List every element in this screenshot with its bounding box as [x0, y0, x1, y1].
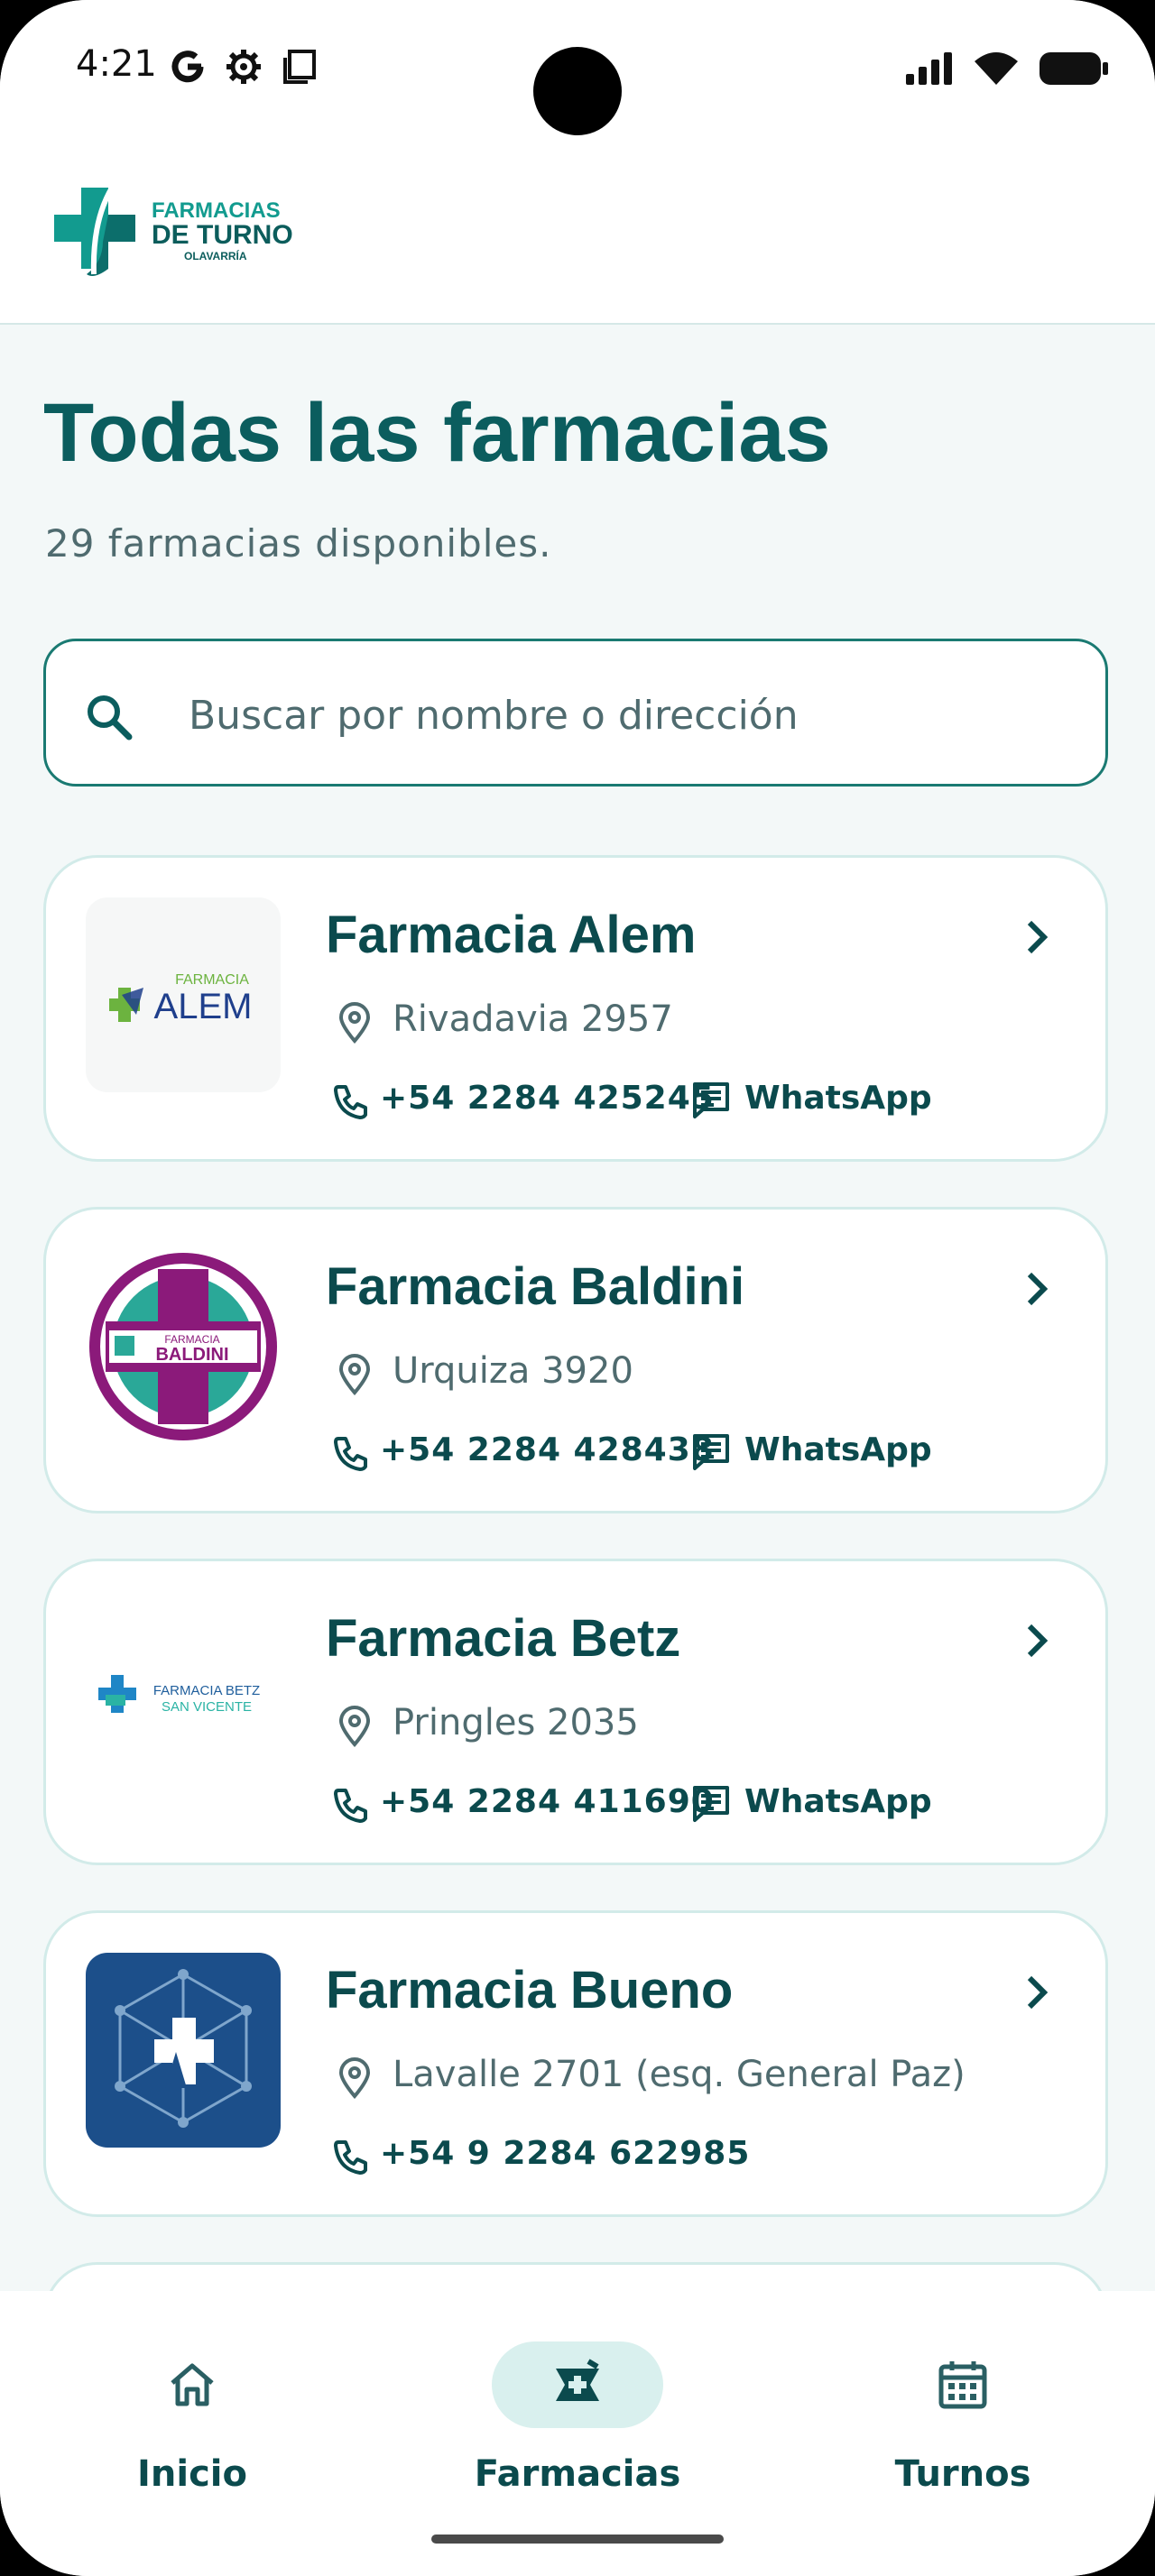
nav-label: Turnos	[894, 2453, 1031, 2495]
app-logo[interactable]: FARMACIAS DE TURNO OLAVARRÍA	[49, 180, 293, 281]
phone-icon[interactable]	[331, 2137, 371, 2176]
pharmacy-phone[interactable]: +54 2284 425245	[380, 1080, 715, 1117]
search-input[interactable]	[187, 683, 1075, 748]
pharmacy-card-baldini[interactable]: FARMACIA BALDINI Farmacia Baldini Urquiz…	[43, 1207, 1108, 1513]
screen: 4:21 FARMACIAS DE TURNO OLAVARRÍA Todas …	[0, 0, 1155, 2576]
nav-icon-container	[877, 2341, 1049, 2428]
settings-icon	[224, 47, 263, 90]
status-time: 4:21	[76, 43, 157, 85]
whatsapp-link[interactable]: WhatsApp	[744, 1080, 932, 1117]
svg-text:SAN VICENTE: SAN VICENTE	[162, 1699, 252, 1715]
pharmacy-address: Urquiza 3920	[393, 1350, 633, 1392]
pharmacy-card-bueno[interactable]: Farmacia Bueno Lavalle 2701 (esq. Genera…	[43, 1910, 1108, 2217]
pharmacy-logo-baldini: FARMACIA BALDINI	[86, 1249, 281, 1444]
pharmacy-phone[interactable]: +54 2284 428438	[380, 1431, 715, 1468]
phone-icon[interactable]	[331, 1081, 371, 1121]
location-pin-icon	[338, 1002, 371, 1044]
search-box[interactable]	[43, 639, 1108, 787]
front-camera	[533, 47, 622, 135]
pharmacy-icon	[556, 2359, 599, 2401]
pharmacy-address: Rivadavia 2957	[393, 998, 673, 1040]
whatsapp-link[interactable]: WhatsApp	[744, 1783, 932, 1820]
location-pin-icon	[338, 1354, 371, 1395]
svg-text:BALDINI: BALDINI	[155, 1345, 228, 1365]
logo-line-3: OLAVARRÍA	[184, 250, 247, 262]
chevron-right-icon[interactable]	[1019, 1621, 1055, 1661]
chevron-right-icon[interactable]	[1019, 1973, 1055, 2012]
pharmacy-phone[interactable]: +54 2284 411690	[380, 1783, 715, 1820]
nav-icon-container	[106, 2341, 278, 2428]
nav-label: Inicio	[137, 2453, 247, 2495]
svg-text:FARMACIA: FARMACIA	[175, 972, 249, 988]
message-icon[interactable]	[690, 1431, 732, 1471]
pharmacy-address: Pringles 2035	[393, 1702, 639, 1743]
home-indicator[interactable]	[431, 2535, 724, 2544]
google-icon	[168, 47, 208, 90]
pharmacy-card-betz[interactable]: FARMACIA BETZ SAN VICENTE Farmacia Betz …	[43, 1559, 1108, 1865]
nav-icon-container-active	[492, 2341, 663, 2428]
nav-label: Farmacias	[474, 2453, 681, 2495]
message-icon[interactable]	[690, 1080, 732, 1119]
pharmacy-logo-bueno	[86, 1953, 281, 2148]
nav-item-inicio[interactable]: Inicio	[57, 2327, 328, 2507]
logo-line-1: FARMACIAS	[152, 198, 281, 223]
nav-item-turnos[interactable]: Turnos	[827, 2327, 1098, 2507]
calendar-icon	[938, 2361, 987, 2409]
status-bar: 4:21	[0, 0, 1155, 153]
location-pin-icon	[338, 1706, 371, 1747]
whatsapp-link[interactable]: WhatsApp	[744, 1431, 932, 1468]
chevron-right-icon[interactable]	[1019, 917, 1055, 957]
pharmacy-name: Farmacia Alem	[326, 906, 697, 964]
status-system-icons	[904, 51, 1110, 90]
pharmacy-name: Farmacia Bueno	[326, 1961, 734, 2019]
pharmacy-phone[interactable]: +54 9 2284 622985	[380, 2135, 750, 2172]
bottom-navigation: Inicio Farmacias Turnos	[0, 2291, 1155, 2576]
pharmacy-name: Farmacia Betz	[326, 1609, 681, 1668]
svg-text:FARMACIA: FARMACIA	[164, 1333, 219, 1346]
status-notification-icons	[168, 47, 319, 90]
pharmacy-logo-alem: FARMACIA ALEM	[86, 897, 281, 1092]
battery-icon	[1038, 51, 1110, 90]
logo-line-2: DE TURNO	[152, 220, 293, 250]
svg-text:ALEM: ALEM	[154, 987, 253, 1026]
pharmacy-name: Farmacia Baldini	[326, 1257, 745, 1316]
message-icon[interactable]	[690, 1783, 732, 1823]
pharmacy-address: Lavalle 2701 (esq. General Paz)	[393, 2054, 966, 2095]
nav-item-farmacias[interactable]: Farmacias	[442, 2327, 713, 2507]
svg-text:FARMACIA BETZ: FARMACIA BETZ	[153, 1683, 260, 1698]
page-title: Todas las farmacias	[43, 387, 831, 479]
logo-cross-icon	[54, 180, 135, 276]
signal-icon	[904, 51, 955, 90]
wifi-icon	[973, 51, 1020, 90]
phone-icon[interactable]	[331, 1433, 371, 1473]
chevron-right-icon[interactable]	[1019, 1269, 1055, 1309]
search-icon	[88, 695, 133, 741]
phone-icon[interactable]	[331, 1785, 371, 1825]
pharmacy-card-alem[interactable]: FARMACIA ALEM Farmacia Alem Rivadavia 29…	[43, 855, 1108, 1162]
home-icon	[171, 2363, 214, 2406]
page-subtitle: 29 farmacias disponibles.	[45, 521, 552, 566]
screenshot-icon	[280, 47, 319, 90]
location-pin-icon	[338, 2057, 371, 2099]
pharmacy-logo-betz: FARMACIA BETZ SAN VICENTE	[86, 1601, 281, 1796]
